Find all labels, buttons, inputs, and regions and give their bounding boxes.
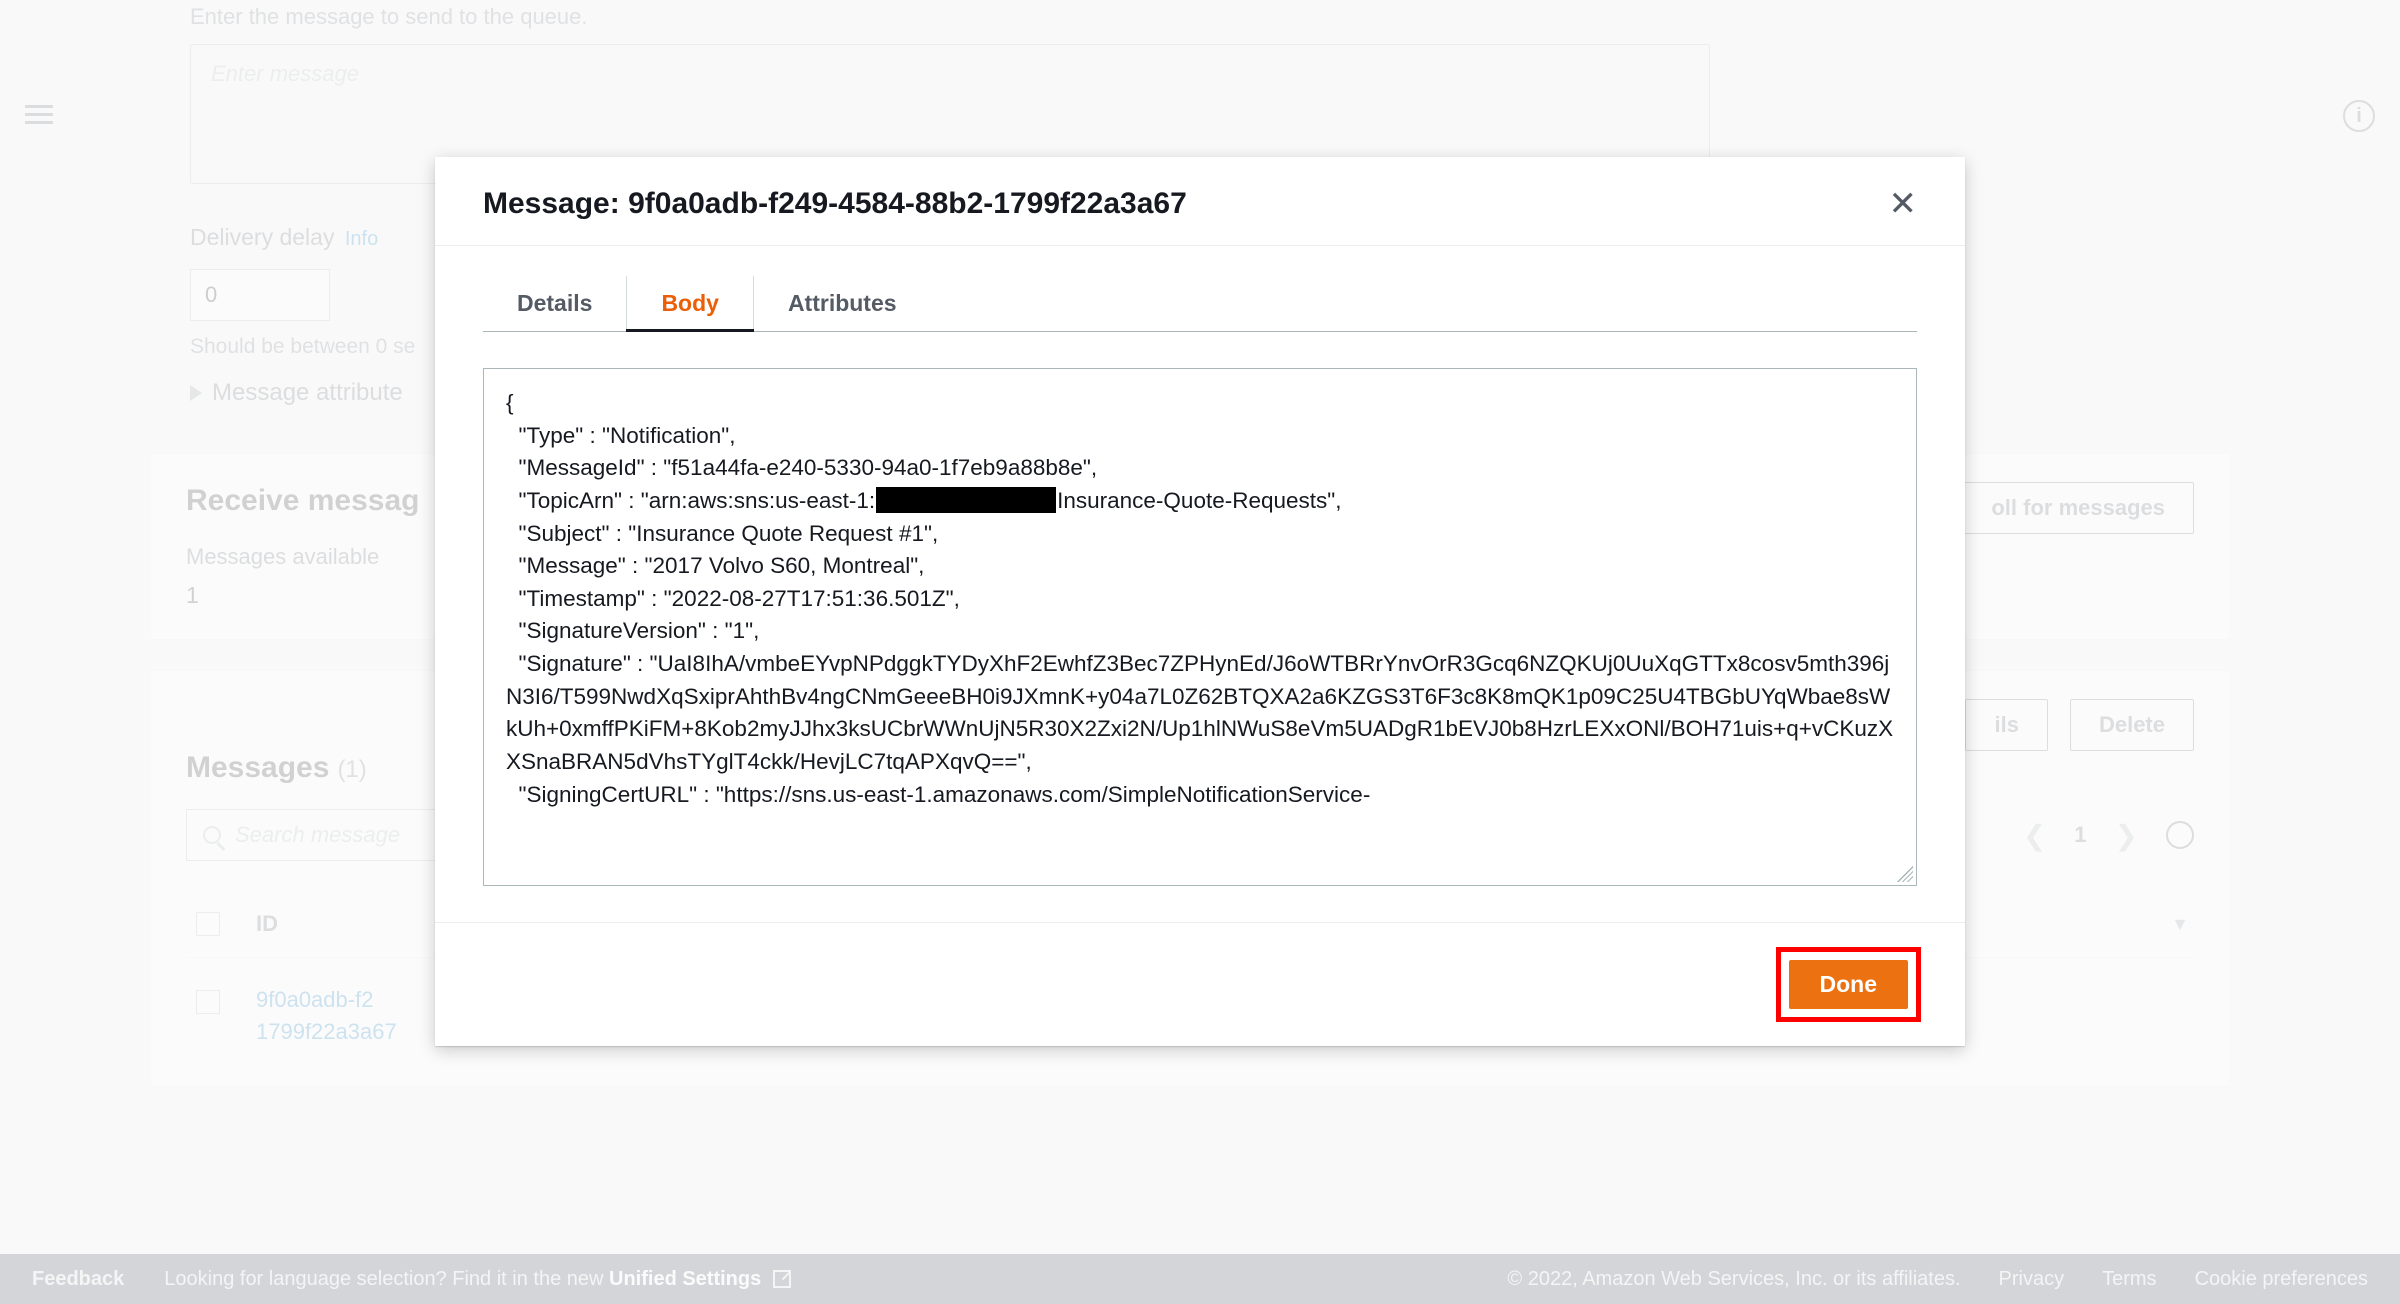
done-button-highlight: Done (1776, 947, 1922, 1022)
modal-tabs: Details Body Attributes (483, 276, 1917, 332)
redacted-account-id (876, 487, 1056, 513)
resize-handle-icon[interactable] (1897, 866, 1913, 882)
close-icon[interactable]: ✕ (1889, 187, 1918, 221)
modal-title: Message: 9f0a0adb-f249-4584-88b2-1799f22… (483, 187, 1187, 221)
tab-details[interactable]: Details (483, 276, 627, 331)
tab-body[interactable]: Body (627, 276, 754, 331)
tab-attributes[interactable]: Attributes (754, 276, 931, 331)
message-body-content[interactable]: { "Type" : "Notification", "MessageId" :… (483, 368, 1917, 886)
message-detail-modal: Message: 9f0a0adb-f249-4584-88b2-1799f22… (435, 157, 1965, 1046)
done-button[interactable]: Done (1789, 960, 1909, 1009)
